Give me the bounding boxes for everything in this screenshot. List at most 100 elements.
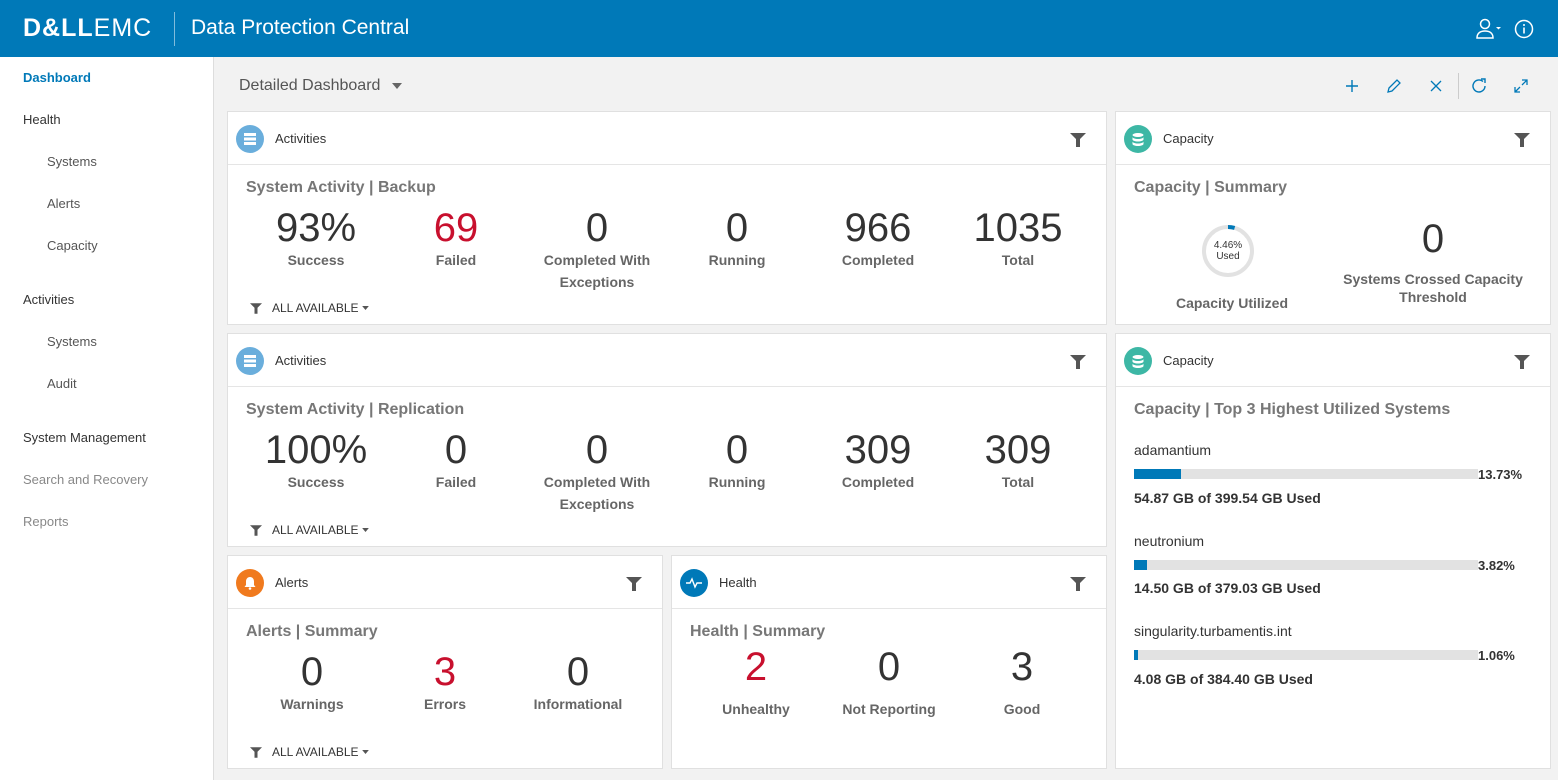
card-header: Activities <box>228 334 1106 387</box>
app-title: Data Protection Central <box>191 16 410 39</box>
section-title: System Activity | Replication <box>246 401 465 418</box>
system-name[interactable]: neutronium <box>1134 533 1204 549</box>
metric-running: 0 Running <box>708 206 766 268</box>
database-icon <box>1124 125 1152 153</box>
caret-down-icon <box>392 83 403 89</box>
activities-icon <box>236 347 264 375</box>
dashboard-select[interactable]: Detailed Dashboard <box>239 77 403 95</box>
metric-unhealthy[interactable]: 2 Unhealthy <box>686 646 826 720</box>
metric-informational: 0 Informational <box>533 650 623 712</box>
card-header: Alerts <box>228 556 662 609</box>
sidebar: Dashboard Health Systems Alerts Capacity… <box>0 57 214 780</box>
plus-icon[interactable] <box>1341 75 1363 97</box>
usage-detail: 54.87 GB of 399.54 GB Used <box>1134 490 1321 506</box>
sidebar-item-audit[interactable]: Audit <box>47 376 77 391</box>
usage-bar <box>1134 650 1478 660</box>
usage-pct: 1.06% <box>1478 648 1515 663</box>
user-icon[interactable] <box>1476 16 1502 42</box>
section-title: Health | Summary <box>690 623 826 640</box>
sidebar-item-reports[interactable]: Reports <box>23 514 69 529</box>
health-card: Health Health | Summary 2 Unhealthy 0 Not … <box>671 555 1107 769</box>
caret-down-icon <box>361 306 369 310</box>
sidebar-item-health-systems[interactable]: Systems <box>47 154 97 169</box>
metric-completed: 966 Completed <box>841 206 915 268</box>
database-icon <box>1124 347 1152 375</box>
card-title: Health <box>719 575 757 590</box>
info-icon[interactable] <box>1511 16 1537 42</box>
caret-down-icon <box>361 750 369 754</box>
alerts-card: Alerts Alerts | Summary 0 Warnings 3 Error… <box>227 555 663 769</box>
metric-errors: 3 Errors <box>423 650 467 712</box>
section-title: Alerts | Summary <box>246 623 378 640</box>
usage-detail: 4.08 GB of 384.40 GB Used <box>1134 671 1313 687</box>
metric-success: 100% Success <box>264 428 368 490</box>
metric-completed: 309 Completed <box>841 428 915 490</box>
crossed-threshold-value: 0 <box>1421 217 1445 261</box>
usage-pct: 13.73% <box>1478 467 1523 482</box>
usage-bar <box>1134 469 1478 479</box>
filter-dropdown[interactable]: ALL AVAILABLE <box>250 745 369 759</box>
card-title: Activities <box>275 131 327 146</box>
filter-icon[interactable] <box>626 577 642 591</box>
replication-activity-card: Activities System Activity | Replication… <box>227 333 1107 547</box>
filter-icon[interactable] <box>1514 133 1530 147</box>
metric-success: 93% Success <box>275 206 357 268</box>
system-name[interactable]: adamantium <box>1134 442 1211 458</box>
filter-dropdown[interactable]: ALL AVAILABLE <box>250 301 369 315</box>
metric-warnings: 0 Warnings <box>280 650 344 712</box>
sidebar-item-activities-systems[interactable]: Systems <box>47 334 97 349</box>
pencil-icon[interactable] <box>1383 75 1405 97</box>
dashboard-select-label: Detailed Dashboard <box>239 77 381 94</box>
filter-icon[interactable] <box>1514 355 1530 369</box>
filter-dropdown[interactable]: ALL AVAILABLE <box>250 523 369 537</box>
metric-not-reporting[interactable]: 0 Not Reporting <box>819 646 959 720</box>
donut-pct: 4.46% <box>1213 240 1243 251</box>
caret-down-icon <box>361 528 369 532</box>
card-header: Health <box>672 556 1106 609</box>
usage-pct: 3.82% <box>1478 558 1515 573</box>
sidebar-item-health-capacity[interactable]: Capacity <box>47 238 98 253</box>
card-title: Alerts <box>275 575 309 590</box>
close-icon[interactable] <box>1425 75 1447 97</box>
card-title: Capacity <box>1163 353 1214 368</box>
filter-icon[interactable] <box>1070 577 1086 591</box>
filter-icon <box>250 746 262 758</box>
activities-icon <box>236 125 264 153</box>
capacity-top-systems-card: Capacity Capacity | Top 3 Highest Utiliz… <box>1115 333 1551 769</box>
toolbar-divider <box>1458 73 1459 99</box>
metric-total: 309 Total <box>984 428 1052 490</box>
refresh-icon[interactable] <box>1468 75 1490 97</box>
system-name[interactable]: singularity.turbamentis.int <box>1134 623 1292 639</box>
card-title: Activities <box>275 353 327 368</box>
metric-total: 1035 Total <box>973 206 1063 268</box>
sidebar-item-activities[interactable]: Activities <box>23 292 74 307</box>
expand-icon[interactable] <box>1510 75 1532 97</box>
filter-icon[interactable] <box>1070 133 1086 147</box>
filter-icon <box>250 524 262 536</box>
capacity-donut: 4.46% Used <box>1201 224 1255 278</box>
section-title: Capacity | Top 3 Highest Utilized System… <box>1134 401 1451 418</box>
filter-icon[interactable] <box>1070 355 1086 369</box>
metric-good[interactable]: 3 Good <box>952 646 1092 720</box>
card-header: Activities <box>228 112 1106 165</box>
filter-icon <box>250 302 262 314</box>
metric-running: 0 Running <box>708 428 766 490</box>
capacity-summary-card: Capacity Capacity | Summary 4.46% Used C… <box>1115 111 1551 325</box>
metric-completed-exceptions: 0 Completed With Exceptions <box>543 428 651 512</box>
card-title: Capacity <box>1163 131 1214 146</box>
bell-icon <box>236 569 264 597</box>
capacity-utilized-label: Capacity Utilized <box>1175 295 1289 311</box>
card-header: Capacity <box>1116 334 1550 387</box>
metric-completed-exceptions: 0 Completed With Exceptions <box>543 206 651 290</box>
sidebar-item-search-recovery[interactable]: Search and Recovery <box>23 472 148 487</box>
crossed-threshold-label: Systems Crossed Capacity Threshold <box>1343 271 1523 305</box>
section-title: System Activity | Backup <box>246 179 436 196</box>
sidebar-item-health[interactable]: Health <box>23 112 61 127</box>
metric-failed: 0 Failed <box>435 428 477 490</box>
dell-emc-logo: D&LLEMC <box>23 14 153 42</box>
sidebar-item-health-alerts[interactable]: Alerts <box>47 196 80 211</box>
donut-used-label: Used <box>1216 251 1240 262</box>
sidebar-item-system-management[interactable]: System Management <box>23 430 146 445</box>
sidebar-item-dashboard[interactable]: Dashboard <box>23 70 91 85</box>
metric-failed: 69 Failed <box>433 206 479 268</box>
